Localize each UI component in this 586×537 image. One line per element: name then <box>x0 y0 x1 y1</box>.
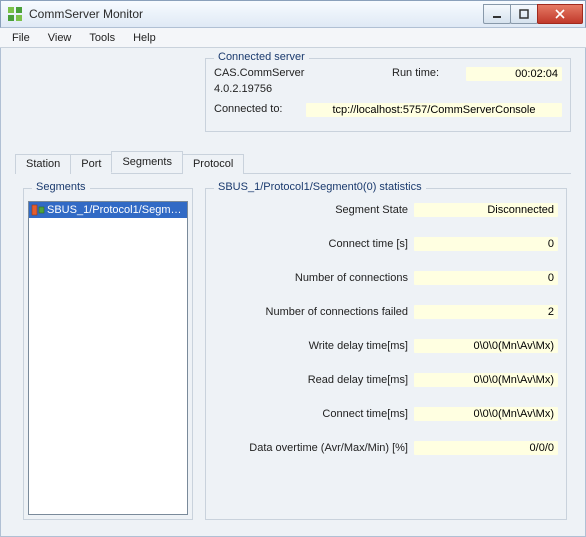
stat-value: 0\0\0(Mn\Av\Mx) <box>414 373 558 387</box>
stat-row-read-delay: Read delay time[ms] 0\0\0(Mn\Av\Mx) <box>214 371 558 389</box>
stat-row-connect-time-ms: Connect time[ms] 0\0\0(Mn\Av\Mx) <box>214 405 558 423</box>
menu-view[interactable]: View <box>40 30 80 46</box>
stat-label: Number of connections <box>214 272 414 284</box>
menubar: File View Tools Help <box>0 28 586 48</box>
stat-label: Read delay time[ms] <box>214 374 414 386</box>
close-button[interactable] <box>537 4 583 24</box>
stat-label: Number of connections failed <box>214 306 414 318</box>
list-item[interactable]: SBUS_1/Protocol1/Segment... <box>29 202 187 218</box>
stat-row-segment-state: Segment State Disconnected <box>214 201 558 219</box>
tab-segments[interactable]: Segments <box>111 151 183 173</box>
window-buttons <box>484 4 583 24</box>
runtime-value: 00:02:04 <box>466 67 562 81</box>
stat-label: Write delay time[ms] <box>214 340 414 352</box>
stat-value: 0 <box>414 271 558 285</box>
connected-to-label: Connected to: <box>214 103 283 115</box>
segment-icon <box>31 203 45 217</box>
tab-protocol[interactable]: Protocol <box>182 154 244 174</box>
stat-row-num-connections-failed: Number of connections failed 2 <box>214 303 558 321</box>
connected-server-legend: Connected server <box>214 51 309 63</box>
menu-tools[interactable]: Tools <box>81 30 123 46</box>
server-version-label: 4.0.2.19756 <box>214 83 272 95</box>
list-item-label: SBUS_1/Protocol1/Segment... <box>47 204 185 216</box>
stat-label: Data overtime (Avr/Max/Min) [%] <box>214 442 414 454</box>
stat-label: Segment State <box>214 204 414 216</box>
server-version: 4.0.2.19756 <box>214 83 272 95</box>
server-name: CAS.CommServer <box>214 67 304 79</box>
connected-server-group: Connected server CAS.CommServer 4.0.2.19… <box>205 58 571 132</box>
app-icon <box>7 6 23 22</box>
stats-legend: SBUS_1/Protocol1/Segment0(0) statistics <box>214 181 426 193</box>
menu-file[interactable]: File <box>4 30 38 46</box>
segments-legend: Segments <box>32 181 90 193</box>
window-title: CommServer Monitor <box>29 7 484 21</box>
segments-listbox[interactable]: SBUS_1/Protocol1/Segment... <box>28 201 188 515</box>
stats-group: SBUS_1/Protocol1/Segment0(0) statistics … <box>205 188 567 520</box>
server-name-label: CAS.CommServer <box>214 67 304 79</box>
maximize-button[interactable] <box>510 4 538 24</box>
tab-port[interactable]: Port <box>70 154 112 174</box>
tab-strip: Station Port Segments Protocol <box>15 152 571 174</box>
client-area: Connected server CAS.CommServer 4.0.2.19… <box>0 48 586 537</box>
stat-label: Connect time [s] <box>214 238 414 250</box>
stat-value: 0\0\0(Mn\Av\Mx) <box>414 407 558 421</box>
connected-to-label-row: Connected to: <box>214 103 283 115</box>
stat-row-write-delay: Write delay time[ms] 0\0\0(Mn\Av\Mx) <box>214 337 558 355</box>
stat-value: Disconnected <box>414 203 558 217</box>
menu-help[interactable]: Help <box>125 30 164 46</box>
titlebar: CommServer Monitor <box>0 0 586 28</box>
runtime-label-row: Run time: <box>392 67 439 79</box>
minimize-button[interactable] <box>483 4 511 24</box>
runtime-value-row: 00:02:04 <box>466 67 562 81</box>
stat-row-data-overtime: Data overtime (Avr/Max/Min) [%] 0/0/0 <box>214 439 558 457</box>
stat-label: Connect time[ms] <box>214 408 414 420</box>
stat-value: 0/0/0 <box>414 441 558 455</box>
stat-value: 2 <box>414 305 558 319</box>
segments-group: Segments SBUS_1/Protocol1/Segment... <box>23 188 193 520</box>
stat-row-num-connections: Number of connections 0 <box>214 269 558 287</box>
connected-to-value: tcp://localhost:5757/CommServerConsole <box>306 103 562 117</box>
stat-value: 0 <box>414 237 558 251</box>
connected-to-value-row: tcp://localhost:5757/CommServerConsole <box>306 103 562 117</box>
runtime-label: Run time: <box>392 67 439 79</box>
stat-value: 0\0\0(Mn\Av\Mx) <box>414 339 558 353</box>
tabs: Station Port Segments Protocol <box>15 152 571 174</box>
stat-row-connect-time-s: Connect time [s] 0 <box>214 235 558 253</box>
tab-station[interactable]: Station <box>15 154 71 174</box>
